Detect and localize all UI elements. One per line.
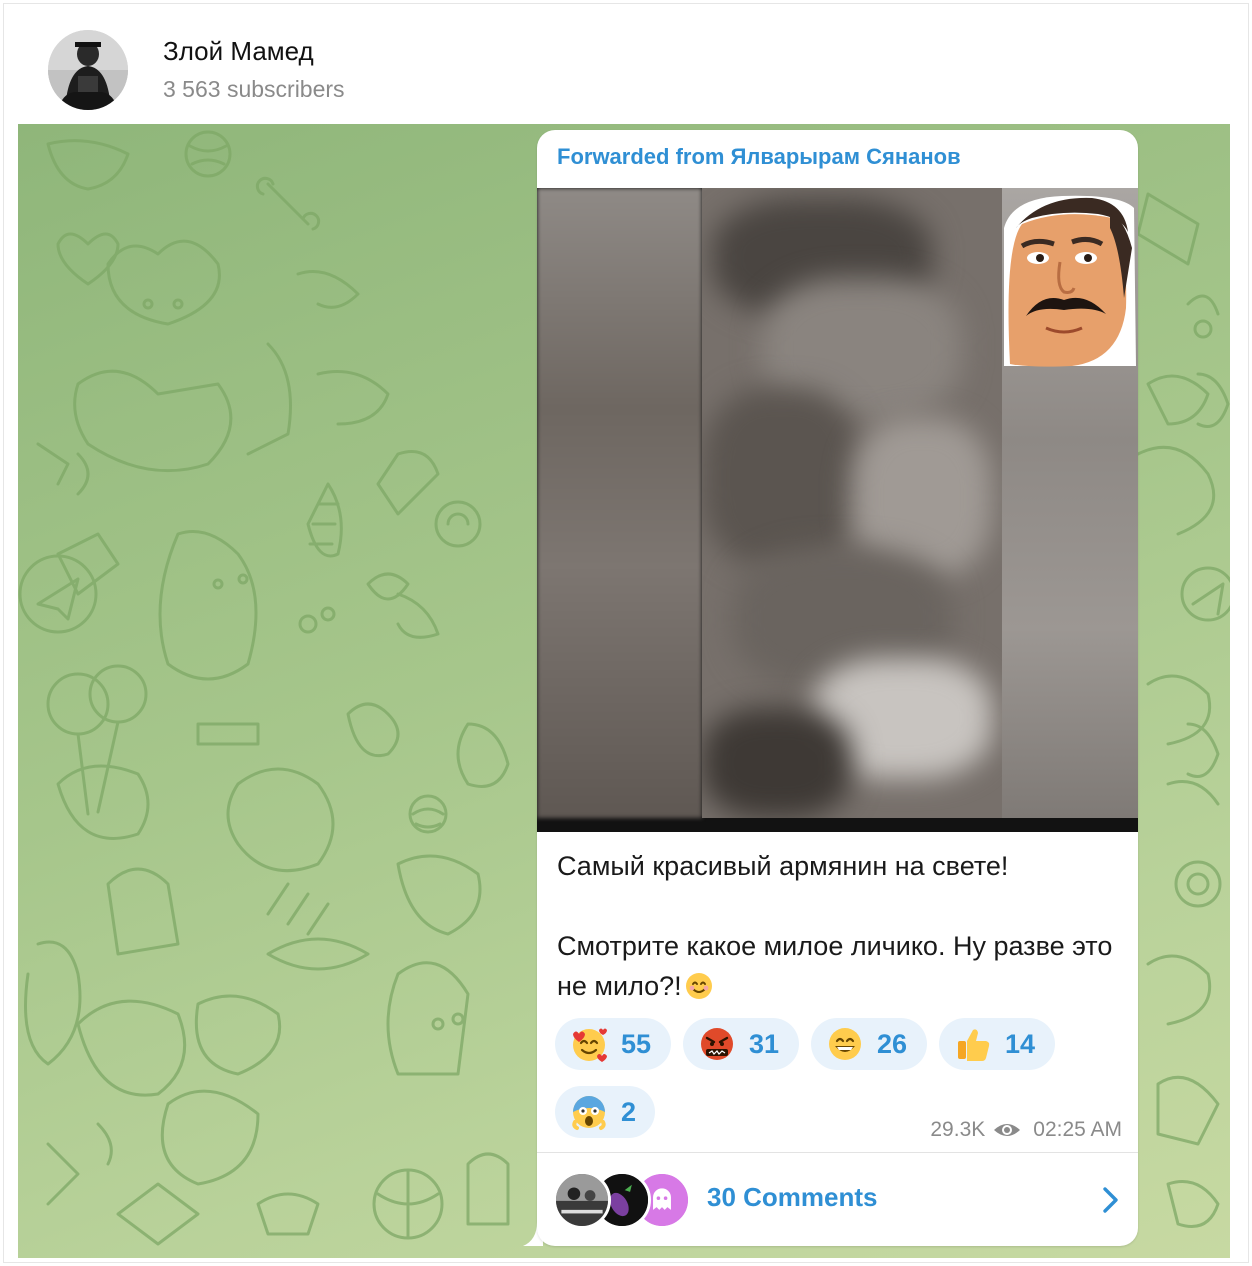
reaction-hearts[interactable]: 55 xyxy=(555,1018,671,1070)
caption-line-1: Самый красивый армянин на свете! xyxy=(557,851,1009,881)
commenter-photo-icon xyxy=(556,1174,608,1226)
avatar-photo xyxy=(48,30,128,110)
commenter-avatar xyxy=(553,1171,611,1229)
chevron-right-icon[interactable] xyxy=(1098,1184,1122,1216)
forwarded-from-label[interactable]: Forwarded from Ялварырам Сянанов xyxy=(557,144,961,170)
reaction-scream[interactable]: 2 xyxy=(555,1086,655,1138)
angry-face-with-symbols-icon xyxy=(701,1028,733,1060)
caption-line-2: Смотрите какое милое личико. Ну разве эт… xyxy=(557,926,1117,1006)
message-caption: Самый красивый армянин на свете! Смотрит… xyxy=(557,846,1117,1006)
smiling-face-icon xyxy=(685,973,712,999)
thumbs-up-icon xyxy=(958,1029,990,1061)
comments-divider xyxy=(537,1152,1138,1153)
message-meta: 29.3K 02:25 AM xyxy=(930,1118,1122,1142)
blurred-left-panel xyxy=(537,188,702,818)
eye-icon xyxy=(994,1124,1021,1136)
message-time: 02:25 AM xyxy=(1033,1118,1122,1141)
reaction-count: 26 xyxy=(877,1028,908,1059)
reaction-thumbs-up[interactable]: 14 xyxy=(939,1018,1055,1070)
channel-title[interactable]: Злой Мамед xyxy=(163,36,314,67)
grinning-face-icon xyxy=(829,1028,861,1060)
smiling-face-with-hearts-icon xyxy=(573,1028,607,1062)
channel-avatar[interactable] xyxy=(48,30,128,110)
comments-row[interactable]: 30 Comments xyxy=(537,1154,1138,1246)
reaction-grin[interactable]: 26 xyxy=(811,1018,927,1070)
blurred-middle-panel xyxy=(702,188,1002,818)
message-bubble[interactable]: Forwarded from Ялварырам Сянанов Самый к… xyxy=(537,130,1138,1246)
channel-header[interactable]: Злой Мамед 3 563 subscribers xyxy=(18,18,1230,118)
cartoon-face-sticker xyxy=(1004,195,1136,367)
reaction-count: 2 xyxy=(621,1096,637,1127)
reaction-count: 55 xyxy=(621,1028,652,1059)
view-count: 29.3K xyxy=(930,1118,986,1141)
subscriber-count: 3 563 subscribers xyxy=(163,76,345,102)
reaction-count: 31 xyxy=(749,1028,780,1059)
comments-link[interactable]: 30 Comments xyxy=(707,1182,878,1213)
reaction-count: 14 xyxy=(1005,1028,1036,1059)
video-thumbnail[interactable] xyxy=(537,188,1138,832)
reaction-angry[interactable]: 31 xyxy=(683,1018,799,1070)
screaming-face-icon xyxy=(572,1096,606,1130)
caption-line-2-text: Смотрите какое милое личико. Ну разве эт… xyxy=(557,931,1113,1001)
